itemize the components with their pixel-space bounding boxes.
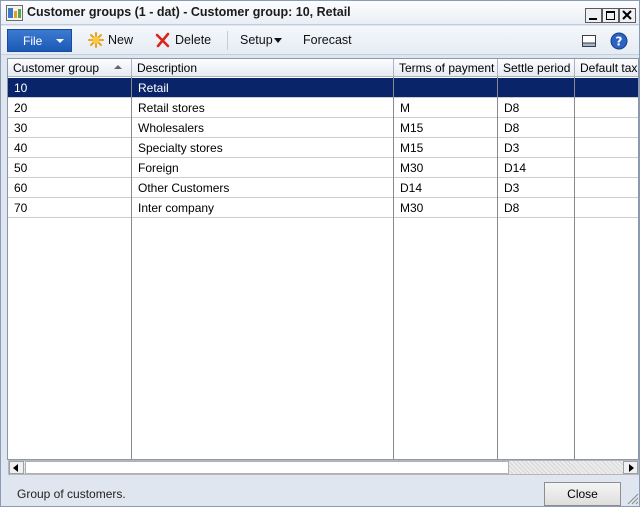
- customer-group-cell[interactable]: 70: [8, 198, 132, 218]
- terms-of-payment-cell[interactable]: M30: [394, 158, 498, 178]
- table-row[interactable]: 60 Other Customers D14 D3: [8, 178, 638, 198]
- resize-grip-icon[interactable]: [625, 491, 639, 505]
- default-tax-cell[interactable]: [575, 78, 638, 98]
- scroll-right-button[interactable]: [623, 461, 638, 474]
- file-menu-label: File: [23, 34, 43, 48]
- new-label: New: [108, 33, 134, 47]
- setup-menu-button[interactable]: Setup: [240, 32, 284, 50]
- default-tax-cell[interactable]: [575, 158, 638, 178]
- table-row[interactable]: 40 Specialty stores M15 D3: [8, 138, 638, 158]
- default-tax-cell[interactable]: [575, 138, 638, 158]
- status-text: Group of customers.: [17, 487, 126, 501]
- column-header-default-tax[interactable]: Default tax: [575, 59, 638, 77]
- description-cell[interactable]: Other Customers: [132, 178, 394, 198]
- table-row[interactable]: 30 Wholesalers M15 D8: [8, 118, 638, 138]
- forecast-label: Forecast: [303, 33, 352, 47]
- column-header-label: Default tax: [580, 61, 638, 75]
- column-header-label: Terms of payment: [399, 61, 495, 75]
- action-pane: File New Delete Setup Forecast ?: [1, 26, 639, 55]
- help-icon[interactable]: ?: [610, 32, 628, 50]
- settle-period-cell[interactable]: D8: [498, 118, 575, 138]
- description-cell[interactable]: Inter company: [132, 198, 394, 218]
- customer-group-cell[interactable]: 20: [8, 98, 132, 118]
- table-row[interactable]: 10 Retail: [8, 78, 638, 98]
- maximize-button[interactable]: [602, 8, 619, 23]
- grid-header: Customer group Description Terms of paym…: [8, 59, 638, 77]
- customer-group-cell[interactable]: 30: [8, 118, 132, 138]
- table-row[interactable]: 20 Retail stores M D8: [8, 98, 638, 118]
- column-header-settle-period[interactable]: Settle period: [498, 59, 575, 77]
- column-divider: [497, 77, 498, 459]
- settle-period-cell[interactable]: D8: [498, 198, 575, 218]
- scrollbar-thumb[interactable]: [25, 461, 509, 474]
- default-tax-cell[interactable]: [575, 198, 638, 218]
- svg-text:?: ?: [616, 35, 623, 49]
- status-bar: Group of customers. Close: [1, 478, 639, 506]
- new-star-icon: [88, 32, 104, 48]
- terms-of-payment-cell[interactable]: M15: [394, 138, 498, 158]
- delete-label: Delete: [175, 33, 212, 47]
- column-divider: [131, 77, 132, 459]
- default-tax-cell[interactable]: [575, 118, 638, 138]
- forecast-button[interactable]: Forecast: [303, 32, 353, 50]
- close-icon: [622, 10, 632, 20]
- table-row[interactable]: 50 Foreign M30 D14: [8, 158, 638, 178]
- description-cell[interactable]: Retail stores: [132, 98, 394, 118]
- caret-down-icon: [274, 38, 282, 43]
- horizontal-scrollbar[interactable]: [8, 460, 639, 475]
- settle-period-cell[interactable]: [498, 78, 575, 98]
- terms-of-payment-cell[interactable]: M30: [394, 198, 498, 218]
- customer-group-cell[interactable]: 10: [8, 78, 132, 98]
- close-window-button[interactable]: [619, 8, 636, 23]
- close-button[interactable]: Close: [544, 482, 621, 506]
- delete-x-icon: [155, 32, 170, 48]
- column-header-terms-of-payment[interactable]: Terms of payment: [394, 59, 498, 77]
- column-header-description[interactable]: Description: [132, 59, 394, 77]
- title-bar[interactable]: Customer groups (1 - dat) - Customer gro…: [1, 1, 639, 25]
- description-cell[interactable]: Specialty stores: [132, 138, 394, 158]
- description-cell[interactable]: Foreign: [132, 158, 394, 178]
- column-header-label: Settle period: [503, 61, 571, 75]
- terms-of-payment-cell[interactable]: M: [394, 98, 498, 118]
- column-header-label: Customer group: [13, 61, 100, 75]
- chevron-down-icon: [56, 39, 64, 43]
- description-cell[interactable]: Retail: [132, 78, 394, 98]
- column-header-label: Description: [137, 61, 198, 75]
- customer-group-cell[interactable]: 50: [8, 158, 132, 178]
- description-cell[interactable]: Wholesalers: [132, 118, 394, 138]
- settle-period-cell[interactable]: D3: [498, 178, 575, 198]
- customer-group-cell[interactable]: 40: [8, 138, 132, 158]
- terms-of-payment-cell[interactable]: [394, 78, 498, 98]
- default-tax-cell[interactable]: [575, 98, 638, 118]
- customer-groups-grid: Customer group Description Terms of paym…: [7, 58, 639, 460]
- layout-panel-icon[interactable]: [580, 32, 598, 50]
- arrow-right-icon: [629, 464, 634, 472]
- app-icon: [6, 5, 23, 21]
- arrow-left-icon: [13, 464, 18, 472]
- default-tax-cell[interactable]: [575, 178, 638, 198]
- scroll-left-button[interactable]: [9, 461, 24, 474]
- customer-group-cell[interactable]: 60: [8, 178, 132, 198]
- window: Customer groups (1 - dat) - Customer gro…: [0, 0, 640, 507]
- minimize-button[interactable]: [585, 8, 602, 23]
- delete-button[interactable]: Delete: [155, 32, 215, 50]
- settle-period-cell[interactable]: D8: [498, 98, 575, 118]
- setup-label: Setup: [240, 33, 273, 47]
- new-button[interactable]: New: [88, 32, 136, 50]
- terms-of-payment-cell[interactable]: M15: [394, 118, 498, 138]
- toolbar-divider: [227, 31, 228, 50]
- minimize-icon: [589, 18, 597, 20]
- column-divider: [574, 77, 575, 459]
- column-divider: [393, 77, 394, 459]
- maximize-icon: [606, 11, 615, 20]
- column-header-customer-group[interactable]: Customer group: [8, 59, 132, 77]
- settle-period-cell[interactable]: D3: [498, 138, 575, 158]
- file-menu-button[interactable]: File: [7, 29, 72, 52]
- window-title: Customer groups (1 - dat) - Customer gro…: [27, 5, 351, 19]
- settle-period-cell[interactable]: D14: [498, 158, 575, 178]
- sort-ascending-icon: [114, 65, 122, 69]
- table-row[interactable]: 70 Inter company M30 D8: [8, 198, 638, 218]
- terms-of-payment-cell[interactable]: D14: [394, 178, 498, 198]
